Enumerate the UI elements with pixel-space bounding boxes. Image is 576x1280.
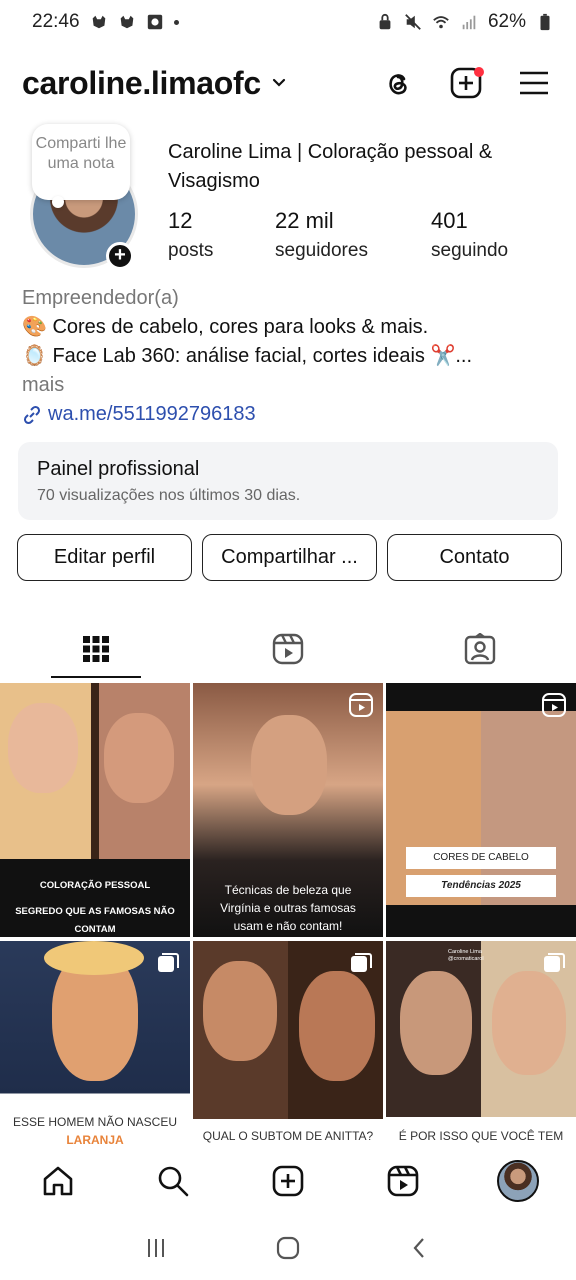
following-label: seguindo (431, 240, 509, 261)
post-caption: LARANJA (66, 1133, 124, 1147)
bio-category: Empreendedor(a) (22, 287, 179, 309)
profile-avatar (497, 1160, 540, 1202)
post-caption: COLORAÇÃO PESSOAL (39, 880, 151, 891)
battery-icon (540, 13, 550, 31)
bio-line: 🪞 Face Lab 360: análise facial, cortes i… (22, 345, 473, 367)
stat-followers[interactable]: 22 mil seguidores (275, 206, 431, 266)
bottom-navigation (0, 1148, 576, 1214)
status-bar: 22:46 62% (0, 0, 576, 44)
status-time: 22:46 (32, 11, 80, 32)
followers-label: seguidores (275, 240, 368, 261)
edit-profile-button[interactable]: Editar perfil (17, 534, 192, 581)
create-post-button[interactable] (448, 65, 484, 101)
bio: Empreendedor(a) 🎨 Cores de cabelo, cores… (22, 284, 556, 429)
profile-avatar-area[interactable]: Comparti lhe uma nota + (22, 124, 146, 274)
note-bubble[interactable]: Comparti lhe uma nota (32, 124, 130, 208)
mute-icon (405, 14, 421, 30)
posts-label: posts (168, 240, 214, 261)
home-icon (43, 1166, 72, 1196)
posts-count: 12 (168, 208, 193, 233)
bio-more-link[interactable]: mais (22, 371, 556, 400)
carousel-icon (351, 953, 372, 972)
system-navigation (0, 1216, 576, 1280)
post-image (386, 683, 576, 937)
dashboard-subtitle: 70 visualizações nos últimos 30 dias. (37, 487, 301, 504)
cat-notification-icon (92, 15, 105, 29)
post-author-handle: @cromaticarol (448, 956, 484, 962)
profile-stats: 12 posts 22 mil seguidores 401 seguindo (168, 206, 508, 266)
reel-icon (349, 693, 373, 717)
signal-icon (462, 15, 476, 30)
plus-square-icon (272, 1165, 304, 1197)
reels-icon (387, 1165, 419, 1197)
stat-following[interactable]: 401 seguindo (431, 206, 508, 266)
nav-profile[interactable] (496, 1159, 540, 1203)
following-count: 401 (431, 208, 468, 233)
home-button-icon[interactable] (275, 1235, 301, 1261)
profile-actions: Editar perfil Compartilhar ... Contato (17, 534, 562, 581)
threads-icon (389, 74, 407, 95)
tab-reels[interactable] (192, 620, 384, 678)
post-caption: É POR ISSO QUE VOCÊ TEM (398, 1129, 564, 1143)
post-caption: Tendências 2025 (406, 875, 556, 897)
carousel-icon (158, 953, 179, 972)
bio-link[interactable]: wa.me/5511992796183 (22, 400, 556, 429)
post-caption: Virgínia e outras famosas (220, 901, 356, 915)
search-icon (158, 1166, 189, 1197)
display-name: Caroline Lima | Coloração pessoal & Visa… (168, 141, 493, 192)
post-author-name: Caroline Lima (448, 949, 482, 955)
posts-grid: COLORAÇÃO PESSOAL SEGREDO QUE AS FAMOSAS… (0, 683, 576, 1195)
profile-header: caroline.limaofc (22, 58, 552, 108)
profile-tabs (0, 620, 576, 678)
post-thumbnail[interactable]: COLORAÇÃO PESSOAL SEGREDO QUE AS FAMOSAS… (0, 683, 190, 937)
post-caption: ESSE HOMEM NÃO NASCEU (12, 1115, 178, 1129)
back-icon[interactable] (408, 1236, 432, 1260)
chevron-down-icon (272, 78, 285, 87)
nav-search[interactable] (151, 1159, 195, 1203)
dashboard-title: Painel profissional (37, 458, 200, 480)
post-thumbnail[interactable]: Técnicas de beleza que Virgínia e outras… (193, 683, 383, 937)
nav-home[interactable] (36, 1159, 80, 1203)
share-profile-button[interactable]: Compartilhar ... (202, 534, 377, 581)
more-notifications-dot (173, 19, 179, 25)
post-caption: QUAL O SUBTOM DE ANITTA? (202, 1129, 374, 1143)
wifi-icon (433, 16, 449, 29)
post-thumbnail[interactable]: CORES DE CABELO Tendências 2025 (386, 683, 576, 937)
reels-icon (272, 633, 304, 665)
nav-create[interactable] (266, 1159, 310, 1203)
account-switcher[interactable]: caroline.limaofc (22, 65, 289, 102)
post-caption: Técnicas de beleza que (224, 883, 352, 897)
post-caption: SEGREDO QUE AS FAMOSAS NÃO CONTAM (15, 906, 175, 935)
stat-posts[interactable]: 12 posts (168, 206, 275, 266)
tab-posts-grid[interactable] (0, 620, 192, 678)
reel-icon (542, 693, 566, 717)
lock-icon (379, 13, 391, 30)
notification-dot (474, 67, 484, 77)
app-notification-icon (147, 14, 162, 30)
carousel-icon (544, 953, 565, 972)
contact-button[interactable]: Contato (387, 534, 562, 581)
link-icon (23, 405, 41, 424)
post-caption: usam e não contam! (233, 919, 343, 933)
hamburger-menu-icon (520, 71, 548, 95)
menu-button[interactable] (516, 65, 552, 101)
bio-link-text: wa.me/5511992796183 (48, 403, 256, 425)
cat-notification-icon (120, 15, 133, 29)
professional-dashboard[interactable]: Painel profissional 70 visualizações nos… (18, 442, 558, 520)
username: caroline.limaofc (22, 64, 261, 101)
bio-line: 🎨 Cores de cabelo, cores para looks & ma… (22, 316, 429, 338)
nav-reels[interactable] (381, 1159, 425, 1203)
recent-apps-icon[interactable] (144, 1236, 168, 1260)
tab-tagged[interactable] (384, 620, 576, 678)
grid-icon (83, 636, 109, 662)
threads-button[interactable] (380, 65, 416, 101)
tagged-icon (464, 633, 496, 665)
followers-count: 22 mil (275, 208, 334, 233)
post-caption: CORES DE CABELO (406, 847, 556, 869)
add-story-button[interactable]: + (106, 242, 134, 270)
battery-percent: 62% (487, 11, 526, 32)
